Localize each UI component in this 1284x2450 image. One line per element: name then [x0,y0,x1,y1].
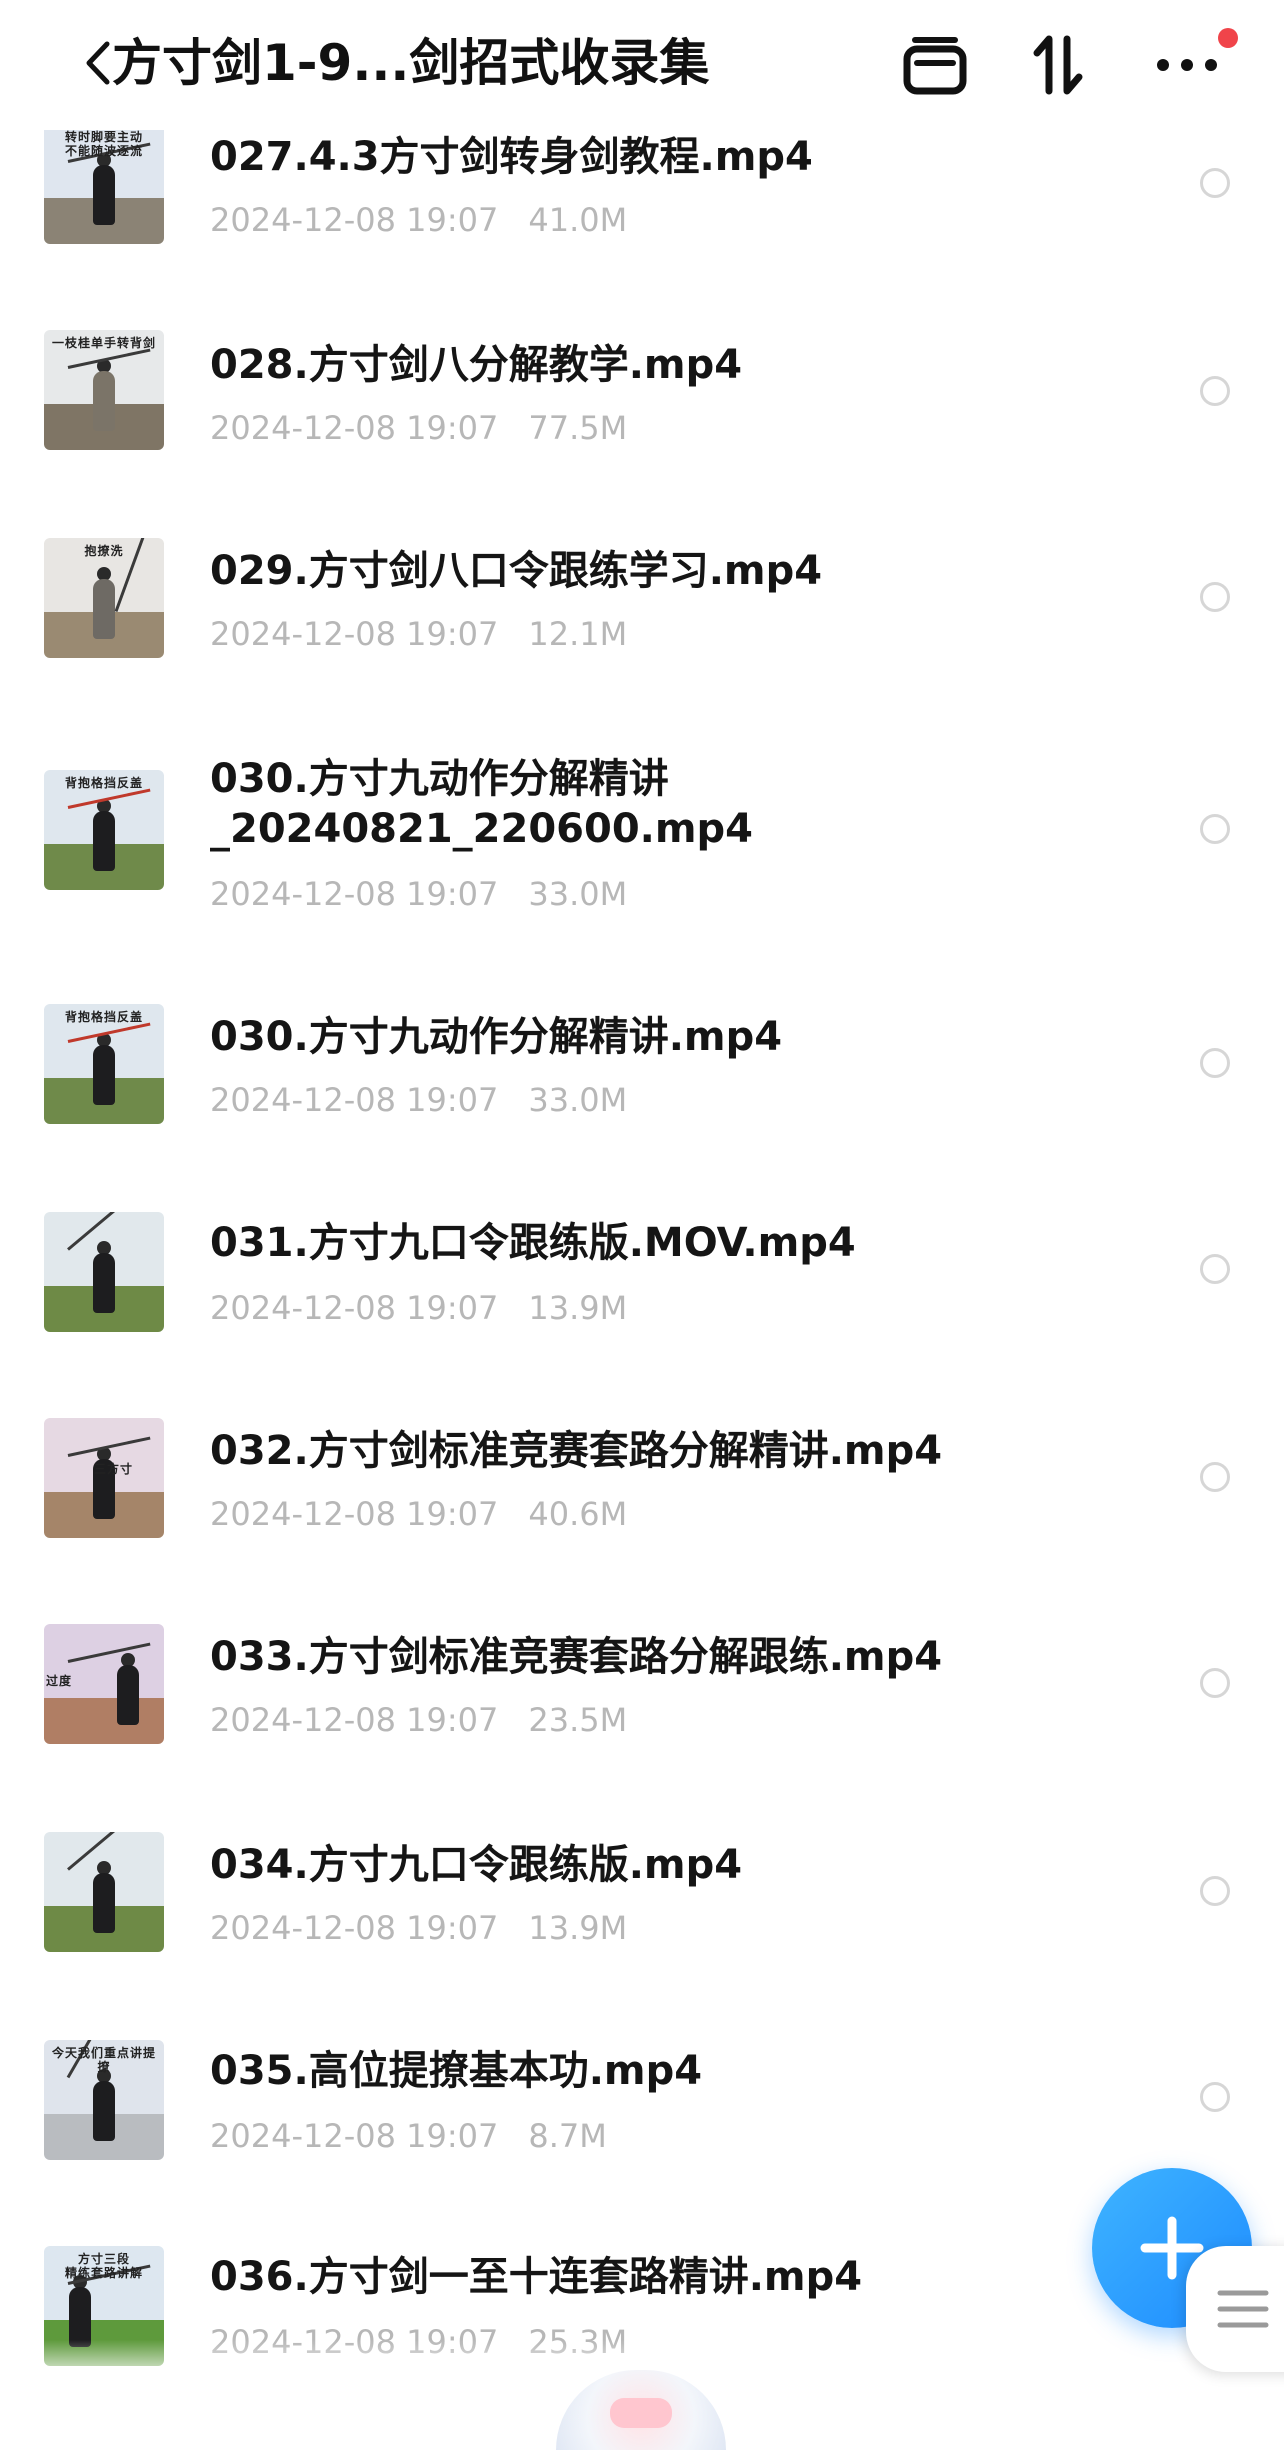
notification-badge [1218,28,1238,48]
file-size: 13.9M [528,1289,628,1327]
select-radio[interactable] [1200,1254,1230,1284]
file-name-continued: _20240821_220600.mp4 [210,806,753,852]
more-icon [1157,59,1217,71]
file-date: 2024-12-08 19:07 [210,1495,499,1533]
thumbnail-caption: 背抱格挡反盖 [64,776,143,790]
file-name: 028.方寸剑八分解教学.mp4 [210,342,743,388]
file-name: 031.方寸九口令跟练版.MOV.mp4 [210,1220,856,1266]
thumbnail-caption: 过度 [46,1674,73,1688]
select-radio[interactable] [1200,376,1230,406]
file-name: 030.方寸九动作分解精讲 [210,756,669,802]
file-date: 2024-12-08 19:07 [210,1701,499,1739]
file-size: 12.1M [528,615,628,653]
video-thumbnail [44,1212,164,1332]
video-thumbnail: 转时脚要主动 不能随波逐流 [44,124,164,244]
file-name: 027.4.3方寸剑转身剑教程.mp4 [210,134,813,180]
video-thumbnail [44,1832,164,1952]
file-meta: 2024-12-08 19:07 77.5M [210,408,627,448]
back-icon [86,41,110,85]
thumbnail-caption: 一枝桂单手转背剑 [51,336,156,350]
file-meta: 2024-12-08 19:07 41.0M [210,200,627,240]
file-size: 13.9M [528,1909,628,1947]
page-title: 方寸剑1-9...剑招式收录集 [112,34,710,92]
select-radio[interactable] [1200,1462,1230,1492]
select-radio[interactable] [1200,1668,1230,1698]
window-icon [903,37,967,95]
file-name: 036.方寸剑一至十连套路精讲.mp4 [210,2254,863,2300]
file-date: 2024-12-08 19:07 [210,1081,499,1119]
window-button[interactable] [900,30,970,100]
sort-icon [1033,35,1083,95]
file-meta: 2024-12-08 19:07 33.0M [210,874,627,914]
thumbnail-caption: 转时脚要主动 不能随波逐流 [64,130,143,158]
select-radio[interactable] [1200,1876,1230,1906]
sort-button[interactable] [1024,30,1094,100]
file-meta: 2024-12-08 19:07 13.9M [210,1288,627,1328]
thumbnail-caption: 方寸三段 精练套路讲解 [64,2252,143,2280]
file-date: 2024-12-08 19:07 [210,409,499,447]
file-meta: 2024-12-08 19:07 12.1M [210,614,627,654]
file-meta: 2024-12-08 19:07 8.7M [210,2116,607,2156]
select-radio[interactable] [1200,1048,1230,1078]
side-menu-handle[interactable] [1186,2246,1284,2372]
file-size: 41.0M [528,201,628,239]
file-size: 33.0M [528,1081,628,1119]
file-date: 2024-12-08 19:07 [210,615,499,653]
mascot-face [610,2398,672,2428]
video-thumbnail: 三方寸 [44,1418,164,1538]
file-name: 033.方寸剑标准竞赛套路分解跟练.mp4 [210,1634,943,1680]
video-thumbnail: 背抱格挡反盖 [44,770,164,890]
video-thumbnail: 一枝桂单手转背剑 [44,330,164,450]
select-radio[interactable] [1200,168,1230,198]
file-name: 029.方寸剑八口令跟练学习.mp4 [210,548,823,594]
file-size: 23.5M [528,1701,628,1739]
file-size: 40.6M [528,1495,628,1533]
file-size: 8.7M [528,2117,607,2155]
video-thumbnail: 过度 [44,1624,164,1744]
file-date: 2024-12-08 19:07 [210,1289,499,1327]
file-name: 030.方寸九动作分解精讲.mp4 [210,1014,783,1060]
video-thumbnail: 背抱格挡反盖 [44,1004,164,1124]
thumbnail-caption: 背抱格挡反盖 [64,1010,143,1024]
file-meta: 2024-12-08 19:07 33.0M [210,1080,627,1120]
file-meta: 2024-12-08 19:07 23.5M [210,1700,627,1740]
menu-icon [1217,2290,1269,2328]
file-meta: 2024-12-08 19:07 40.6M [210,1494,627,1534]
file-date: 2024-12-08 19:07 [210,201,499,239]
thumbnail-caption: 抱撩洗 [84,544,124,558]
thumbnail-caption: 今天我们重点讲提撩 [51,2046,156,2074]
video-thumbnail: 抱撩洗 [44,538,164,658]
select-radio[interactable] [1200,2082,1230,2112]
select-radio[interactable] [1200,582,1230,612]
file-size: 77.5M [528,409,628,447]
file-date: 2024-12-08 19:07 [210,1909,499,1947]
file-name: 034.方寸九口令跟练版.mp4 [210,1842,743,1888]
more-button[interactable] [1152,30,1222,100]
file-date: 2024-12-08 19:07 [210,875,499,913]
thumbnail-caption: 三方寸 [94,1462,134,1476]
file-name: 032.方寸剑标准竞赛套路分解精讲.mp4 [210,1428,943,1474]
file-name: 035.高位提撩基本功.mp4 [210,2048,703,2094]
file-meta: 2024-12-08 19:07 13.9M [210,1908,627,1948]
file-date: 2024-12-08 19:07 [210,2117,499,2155]
top-bar: 方寸剑1-9...剑招式收录集 [0,0,1284,130]
video-thumbnail: 今天我们重点讲提撩 [44,2040,164,2160]
file-size: 33.0M [528,875,628,913]
select-radio[interactable] [1200,814,1230,844]
